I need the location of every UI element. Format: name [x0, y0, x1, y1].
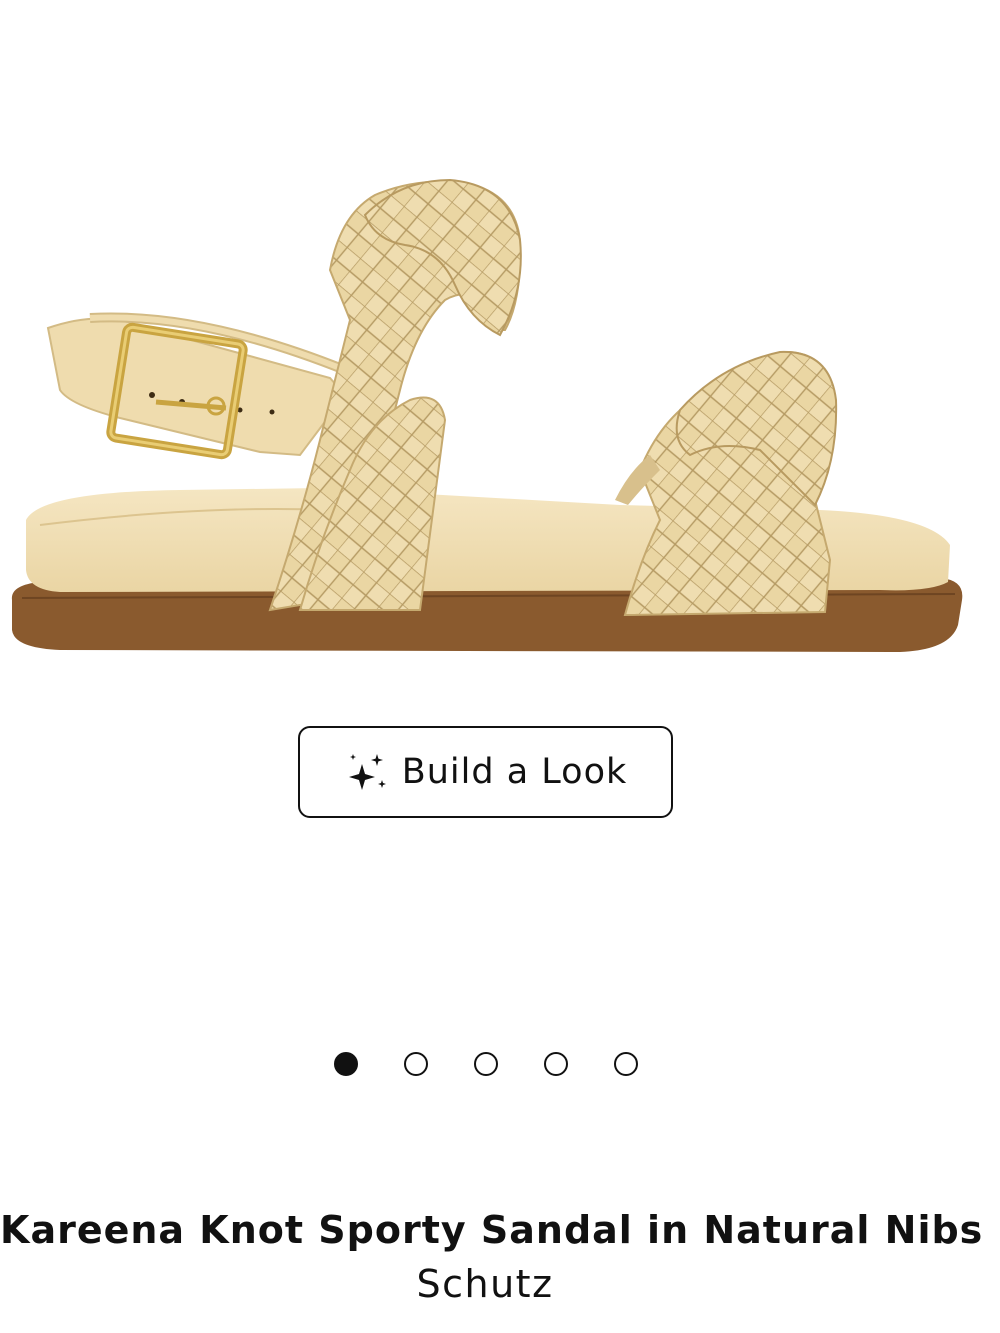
sandal-illustration — [11, 178, 963, 652]
build-a-look-label: Build a Look — [401, 751, 628, 792]
build-a-look-button[interactable]: Build a Look — [298, 726, 673, 818]
product-title: Kareena Knot Sporty Sandal in Natural Ni… — [0, 1208, 984, 1252]
product-image[interactable] — [0, 120, 1000, 680]
sparkle-icon — [348, 754, 386, 790]
pager-dot-1[interactable] — [334, 1052, 358, 1076]
pager-dot-2[interactable] — [404, 1052, 428, 1076]
pager-dot-4[interactable] — [544, 1052, 568, 1076]
image-carousel-pager — [330, 1048, 650, 1080]
pager-dot-5[interactable] — [614, 1052, 638, 1076]
product-brand[interactable]: Schutz — [0, 1262, 970, 1306]
pager-dot-3[interactable] — [474, 1052, 498, 1076]
